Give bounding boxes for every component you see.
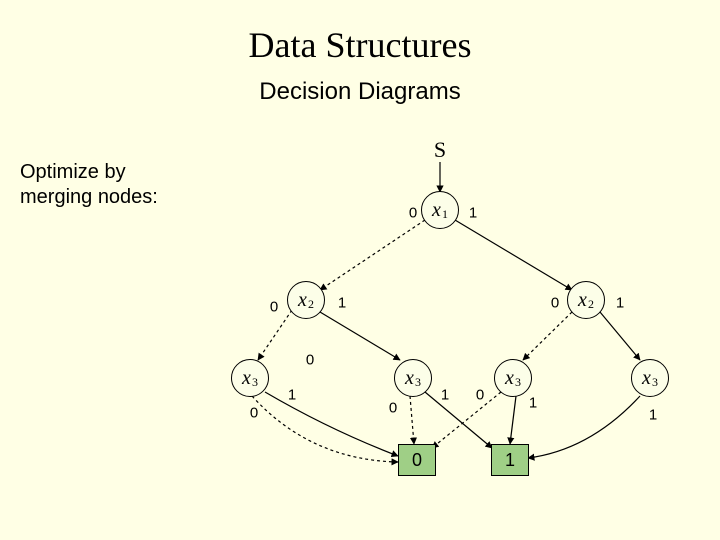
node-x3d-sub: 3 <box>652 375 658 390</box>
node-x3d-var: x <box>642 367 651 390</box>
edge-x3d-1: 1 <box>649 407 657 424</box>
node-x1-var: x <box>432 199 441 222</box>
node-x3a-var: x <box>242 367 251 390</box>
edge-x3b-1: 1 <box>441 387 449 404</box>
edge-x2r-0: 0 <box>551 295 559 312</box>
edge-x1-0: 0 <box>409 205 417 222</box>
edge-x2l-0-extra: 0 <box>306 352 314 369</box>
node-x3a-sub: 3 <box>252 375 258 390</box>
node-x2r-var: x <box>578 289 587 312</box>
node-x3-a: x3 <box>231 359 269 397</box>
node-x3c-sub: 3 <box>515 375 521 390</box>
side-text: Optimize by merging nodes: <box>20 160 158 210</box>
edge-x3c-1: 1 <box>529 395 537 412</box>
edge-x2l-1: 1 <box>338 295 346 312</box>
page-subtitle: Decision Diagrams <box>0 78 720 106</box>
node-x3b-sub: 3 <box>415 375 421 390</box>
terminal-0: 0 <box>398 444 436 476</box>
node-x2l-var: x <box>298 289 307 312</box>
node-x3-d: x3 <box>631 359 669 397</box>
node-x1: x1 <box>421 191 459 229</box>
edge-x2r-1: 1 <box>616 295 624 312</box>
node-x3b-var: x <box>405 367 414 390</box>
node-x3c-var: x <box>505 367 514 390</box>
node-x2l-sub: 2 <box>308 297 314 312</box>
node-x2-left: x2 <box>287 281 325 319</box>
node-x1-sub: 1 <box>442 207 448 222</box>
edge-x3c-0: 0 <box>476 387 484 404</box>
node-x3-b: x3 <box>394 359 432 397</box>
edge-x3a-0: 0 <box>250 405 258 422</box>
side-text-line1: Optimize by <box>20 161 126 183</box>
page-title: Data Structures <box>0 24 720 66</box>
edge-x1-1: 1 <box>469 205 477 222</box>
terminal-1: 1 <box>491 444 529 476</box>
side-text-line2: merging nodes: <box>20 186 158 208</box>
edge-x2l-0: 0 <box>270 299 278 316</box>
root-label: S <box>434 137 446 163</box>
node-x2-right: x2 <box>567 281 605 319</box>
edge-x3b-0: 0 <box>389 400 397 417</box>
node-x3-c: x3 <box>494 359 532 397</box>
node-x2r-sub: 2 <box>588 297 594 312</box>
edge-x3a-1: 1 <box>288 387 296 404</box>
